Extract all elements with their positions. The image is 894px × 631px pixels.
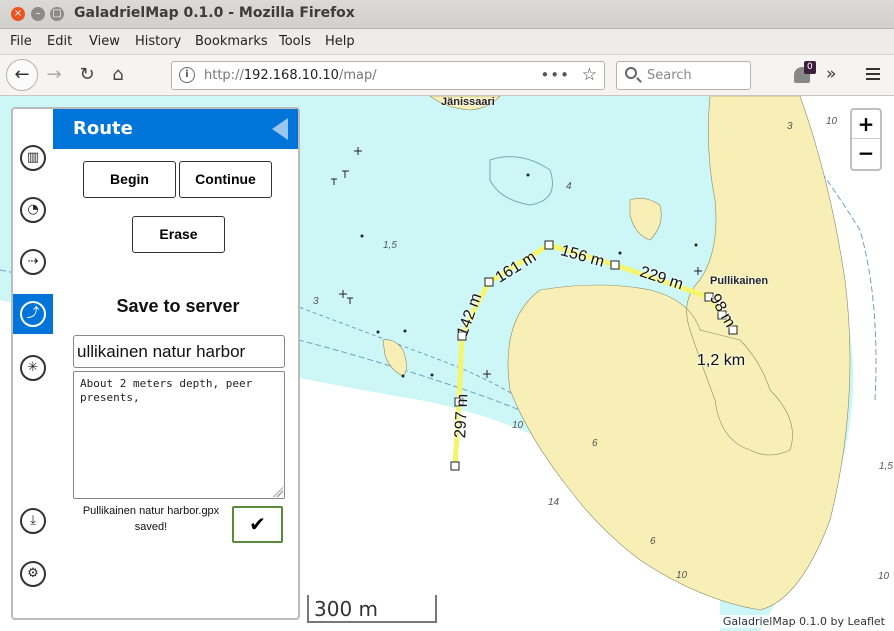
tab-download[interactable]: ⤓	[20, 508, 46, 534]
overflow-chevron-icon[interactable]: »	[826, 64, 836, 84]
back-button[interactable]: ←	[6, 59, 38, 91]
page-actions-icon[interactable]: •••	[540, 66, 570, 84]
small-island-west	[382, 339, 407, 377]
begin-button[interactable]: Begin	[83, 161, 176, 198]
sidebar-tabs: ▥ ◔ ⇢ ⤴ ✳ ⤓ ⚙	[13, 109, 53, 618]
depth-sounding: 6	[592, 438, 598, 449]
notification-count: 0	[804, 61, 816, 74]
route-leg-label: 1,2 km	[697, 352, 746, 369]
map-scale: 300 m	[307, 595, 437, 623]
erase-button[interactable]: Erase	[132, 216, 225, 253]
title-bar: × – □ GaladrielMap 0.1.0 - Mozilla Firef…	[0, 0, 894, 29]
tab-tracks[interactable]: ⇢	[20, 249, 46, 275]
depth-sounding: 4	[566, 181, 572, 192]
depth-sounding: 1,5	[879, 461, 893, 472]
gauge-icon: ◔	[27, 202, 39, 217]
depth-sounding: 6	[650, 536, 656, 547]
download-icon: ⤓	[30, 513, 36, 528]
menu-help[interactable]: Help	[325, 34, 355, 49]
status-message: saved!	[134, 521, 168, 533]
map-attribution[interactable]: GaladrielMap 0.1.0 by Leaflet	[719, 615, 888, 628]
menu-view[interactable]: View	[89, 34, 120, 49]
status-filename: Pullikainen natur harbor.gpx	[82, 505, 220, 517]
menu-tools[interactable]: Tools	[279, 34, 311, 49]
map-icon: ▥	[26, 150, 40, 165]
route-pane: Route Begin Continue Erase Save to serve…	[53, 109, 298, 618]
tab-maps[interactable]: ▥	[20, 145, 46, 171]
menu-edit[interactable]: Edit	[47, 34, 72, 49]
search-placeholder: Search	[647, 68, 692, 83]
home-button[interactable]: ⌂	[107, 64, 129, 85]
tab-settings[interactable]: ⚙	[20, 561, 46, 587]
route-icon: ⤴	[26, 306, 40, 321]
url-bar[interactable]: i http://192.168.10.10/map/ ••• ☆	[171, 61, 605, 90]
zoom-control: + −	[850, 108, 882, 171]
url-text[interactable]: http://192.168.10.10/map/	[204, 68, 377, 83]
window-maximize-button[interactable]: □	[50, 7, 64, 21]
save-status: Pullikainen natur harbor.gpx saved!	[71, 503, 231, 535]
menu-bookmarks[interactable]: Bookmarks	[195, 34, 268, 49]
window-close-button[interactable]: ×	[11, 7, 25, 21]
window-minimize-button[interactable]: –	[31, 7, 45, 21]
firefox-window: × – □ GaladrielMap 0.1.0 - Mozilla Firef…	[0, 0, 894, 631]
site-info-icon[interactable]: i	[179, 67, 195, 83]
zoom-out-button[interactable]: −	[852, 139, 880, 168]
zoom-in-button[interactable]: +	[852, 110, 880, 139]
asterisk-icon: ✳	[27, 360, 39, 375]
description-text: About 2 meters depth, peer presents,	[80, 377, 253, 404]
search-icon	[625, 67, 637, 79]
depth-sounding: 3	[787, 121, 793, 132]
place-label-janissaari: Jänissaari	[441, 96, 495, 108]
save-confirm-button[interactable]: ✔	[232, 506, 283, 543]
sidebar: ▥ ◔ ⇢ ⤴ ✳ ⤓ ⚙ Route Begin Continue Erase…	[11, 107, 300, 620]
continue-button[interactable]: Continue	[179, 161, 272, 198]
save-heading: Save to server	[116, 296, 240, 316]
depth-sounding: 10	[512, 420, 524, 431]
menu-history[interactable]: History	[135, 34, 181, 49]
pane-title: Route	[53, 109, 298, 149]
gears-icon: ⚙	[27, 566, 39, 581]
depth-sounding: 1,5	[383, 240, 397, 251]
small-island-north	[629, 198, 662, 241]
resize-grip-icon[interactable]	[273, 487, 283, 497]
checkmark-icon: ✔	[249, 512, 266, 536]
depth-sounding: 10	[826, 116, 838, 127]
place-label-pullikainen: Pullikainen	[710, 275, 769, 287]
search-bar[interactable]: Search	[616, 61, 751, 90]
route-description-textarea[interactable]: About 2 meters depth, peer presents,	[73, 371, 285, 499]
reload-button[interactable]: ↻	[76, 64, 98, 85]
hamburger-menu-icon[interactable]	[866, 68, 880, 83]
depth-sounding: 10	[676, 570, 688, 581]
shallow-water-north	[330, 96, 680, 220]
route-name-input[interactable]: ullikainen natur harbor	[73, 335, 285, 368]
bookmark-star-icon[interactable]: ☆	[582, 65, 597, 85]
tab-route[interactable]: ⤴	[20, 301, 46, 327]
collapse-triangle-icon[interactable]	[272, 118, 288, 140]
depth-sounding: 14	[548, 497, 560, 508]
forward-button[interactable]: →	[43, 64, 65, 85]
menu-file[interactable]: File	[10, 34, 32, 49]
track-icon: ⇢	[27, 254, 39, 269]
route-leg-label: 297 m	[452, 393, 472, 439]
navigation-toolbar: ← → ↻ ⌂ i http://192.168.10.10/map/ ••• …	[0, 55, 894, 96]
window-title: GaladrielMap 0.1.0 - Mozilla Firefox	[74, 5, 355, 21]
tab-dashboard[interactable]: ◔	[20, 197, 46, 223]
depth-sounding: 3	[313, 296, 319, 307]
depth-sounding: 10	[878, 571, 890, 582]
tab-poi[interactable]: ✳	[20, 355, 46, 381]
menu-bar: File Edit View History Bookmarks Tools H…	[0, 29, 894, 55]
